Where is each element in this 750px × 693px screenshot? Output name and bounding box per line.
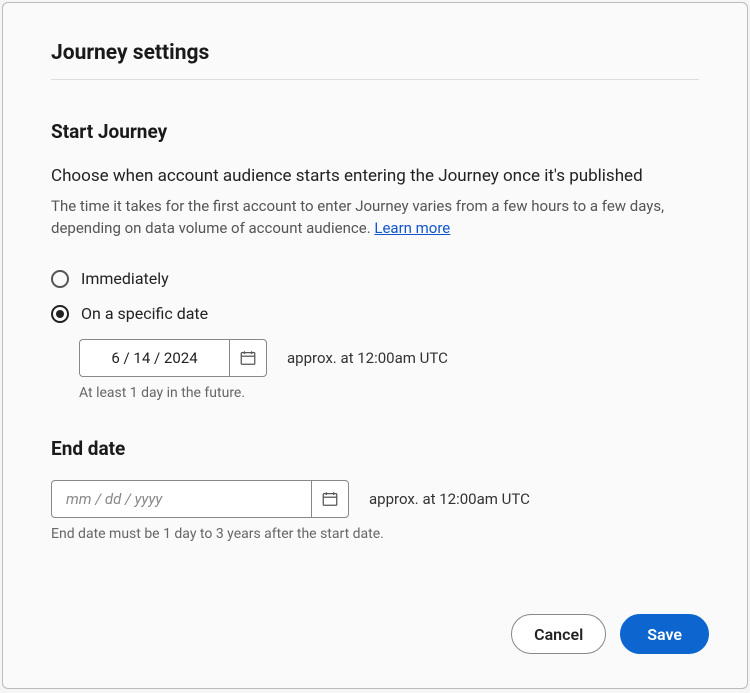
- journey-settings-dialog: Journey settings Start Journey Choose wh…: [2, 2, 748, 689]
- end-date-input[interactable]: mm / dd / yyyy: [51, 480, 311, 518]
- radio-label-specific: On a specific date: [81, 304, 208, 323]
- radio-icon-selected: [51, 305, 69, 323]
- start-approx-label: approx. at 12:00am UTC: [287, 349, 448, 367]
- radio-option-specific-date[interactable]: On a specific date: [51, 304, 699, 323]
- dialog-title: Journey settings: [51, 41, 699, 65]
- start-date-input[interactable]: 6 / 14 / 2024: [79, 339, 229, 377]
- start-date-row: 6 / 14 / 2024: [79, 339, 699, 377]
- radio-option-immediately[interactable]: Immediately: [51, 269, 699, 288]
- end-date-calendar-button[interactable]: [311, 480, 349, 518]
- calendar-icon: [239, 349, 257, 367]
- start-date-help: At least 1 day in the future.: [79, 385, 699, 401]
- radio-icon: [51, 270, 69, 288]
- calendar-icon: [321, 490, 339, 508]
- end-date-help: End date must be 1 day to 3 years after …: [51, 526, 699, 542]
- end-date-field[interactable]: mm / dd / yyyy: [51, 480, 349, 518]
- start-section-subtitle: Choose when account audience starts ente…: [51, 165, 699, 188]
- cancel-button[interactable]: Cancel: [511, 614, 606, 654]
- start-section-help: The time it takes for the first account …: [51, 196, 699, 240]
- start-date-block: 6 / 14 / 2024: [79, 339, 699, 401]
- start-journey-section: Start Journey Choose when account audien…: [51, 120, 699, 401]
- end-approx-label: approx. at 12:00am UTC: [369, 490, 530, 508]
- help-text: The time it takes for the first account …: [51, 197, 664, 237]
- end-section-title: End date: [51, 437, 699, 460]
- radio-label-immediately: Immediately: [81, 269, 169, 288]
- end-date-block: mm / dd / yyyy approx. at 12:00am UTC En…: [51, 480, 699, 542]
- radio-dot-icon: [56, 310, 64, 318]
- divider: [51, 79, 699, 80]
- start-date-field[interactable]: 6 / 14 / 2024: [79, 339, 267, 377]
- end-date-row: mm / dd / yyyy approx. at 12:00am UTC: [51, 480, 699, 518]
- end-date-section: End date mm / dd / yyyy approx. at 12:00…: [51, 437, 699, 542]
- learn-more-link[interactable]: Learn more: [374, 219, 450, 237]
- start-date-calendar-button[interactable]: [229, 339, 267, 377]
- dialog-buttons: Cancel Save: [511, 614, 709, 654]
- start-section-title: Start Journey: [51, 120, 699, 143]
- save-button[interactable]: Save: [620, 614, 709, 654]
